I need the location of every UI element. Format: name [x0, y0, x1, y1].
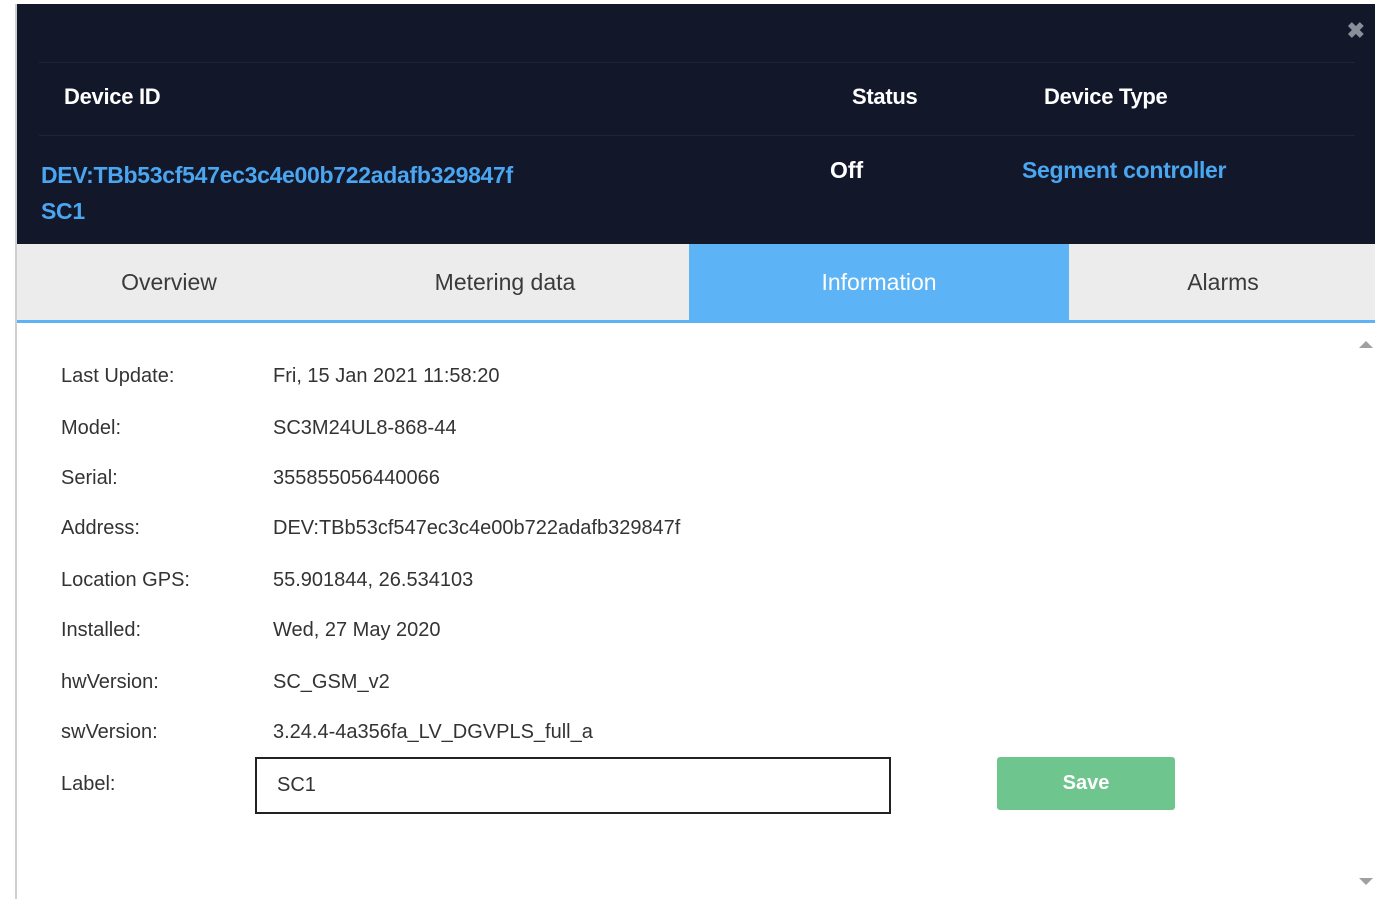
field-label: Installed: [61, 619, 142, 641]
status-heading: Status [852, 84, 918, 109]
status-value: Off [830, 157, 864, 183]
device-id-heading: Device ID [64, 84, 161, 109]
field-value: DEV:TBb53cf547ec3c4e00b722adafb329847f [273, 517, 681, 539]
field-value: Wed, 27 May 2020 [273, 619, 441, 641]
field-label: Location GPS: [61, 569, 190, 591]
field-label: Serial: [61, 467, 118, 489]
scroll-down-arrow-icon[interactable] [1359, 878, 1373, 885]
device-details-modal: ✖ Device ID Status Device Type DEV:TBb53… [15, 4, 1375, 899]
tab-information[interactable]: Information [689, 244, 1069, 320]
field-value: 355855056440066 [273, 467, 440, 489]
tab-alarms[interactable]: Alarms [1069, 244, 1375, 320]
device-header: ✖ Device ID Status Device Type DEV:TBb53… [17, 4, 1375, 244]
field-value: Fri, 15 Jan 2021 11:58:20 [273, 365, 500, 387]
field-label: hwVersion: [61, 671, 159, 693]
tab-bar: Overview Metering data Information Alarm… [17, 244, 1375, 323]
field-value: 55.901844, 26.534103 [273, 569, 474, 591]
scroll-up-arrow-icon[interactable] [1359, 341, 1373, 348]
device-type-heading: Device Type [1044, 84, 1168, 109]
field-label: Address: [61, 517, 140, 539]
tab-metering-data[interactable]: Metering data [321, 244, 689, 320]
field-value: SC_GSM_v2 [273, 671, 390, 693]
label-input[interactable] [255, 757, 891, 814]
close-icon[interactable]: ✖ [1347, 20, 1365, 42]
field-label: Label: [61, 773, 116, 795]
save-button[interactable]: Save [997, 757, 1175, 810]
field-label: Last Update: [61, 365, 175, 387]
field-value: 3.24.4-4a356fa_LV_DGVPLS_full_a [273, 721, 593, 743]
tab-overview[interactable]: Overview [17, 244, 321, 320]
information-panel: Last Update: Fri, 15 Jan 2021 11:58:20 M… [17, 323, 1375, 899]
device-label-text: SC1 [41, 198, 85, 224]
field-value: SC3M24UL8-868-44 [273, 417, 457, 439]
device-id-text: DEV:TBb53cf547ec3c4e00b722adafb329847f [41, 162, 513, 188]
field-label: Model: [61, 417, 122, 439]
header-divider [39, 62, 1355, 63]
device-type-value[interactable]: Segment controller [1022, 157, 1227, 184]
device-id-value[interactable]: DEV:TBb53cf547ec3c4e00b722adafb329847f S… [41, 157, 513, 229]
field-label: swVersion: [61, 721, 158, 743]
vertical-scrollbar[interactable] [1355, 323, 1375, 899]
header-divider [39, 135, 1355, 136]
